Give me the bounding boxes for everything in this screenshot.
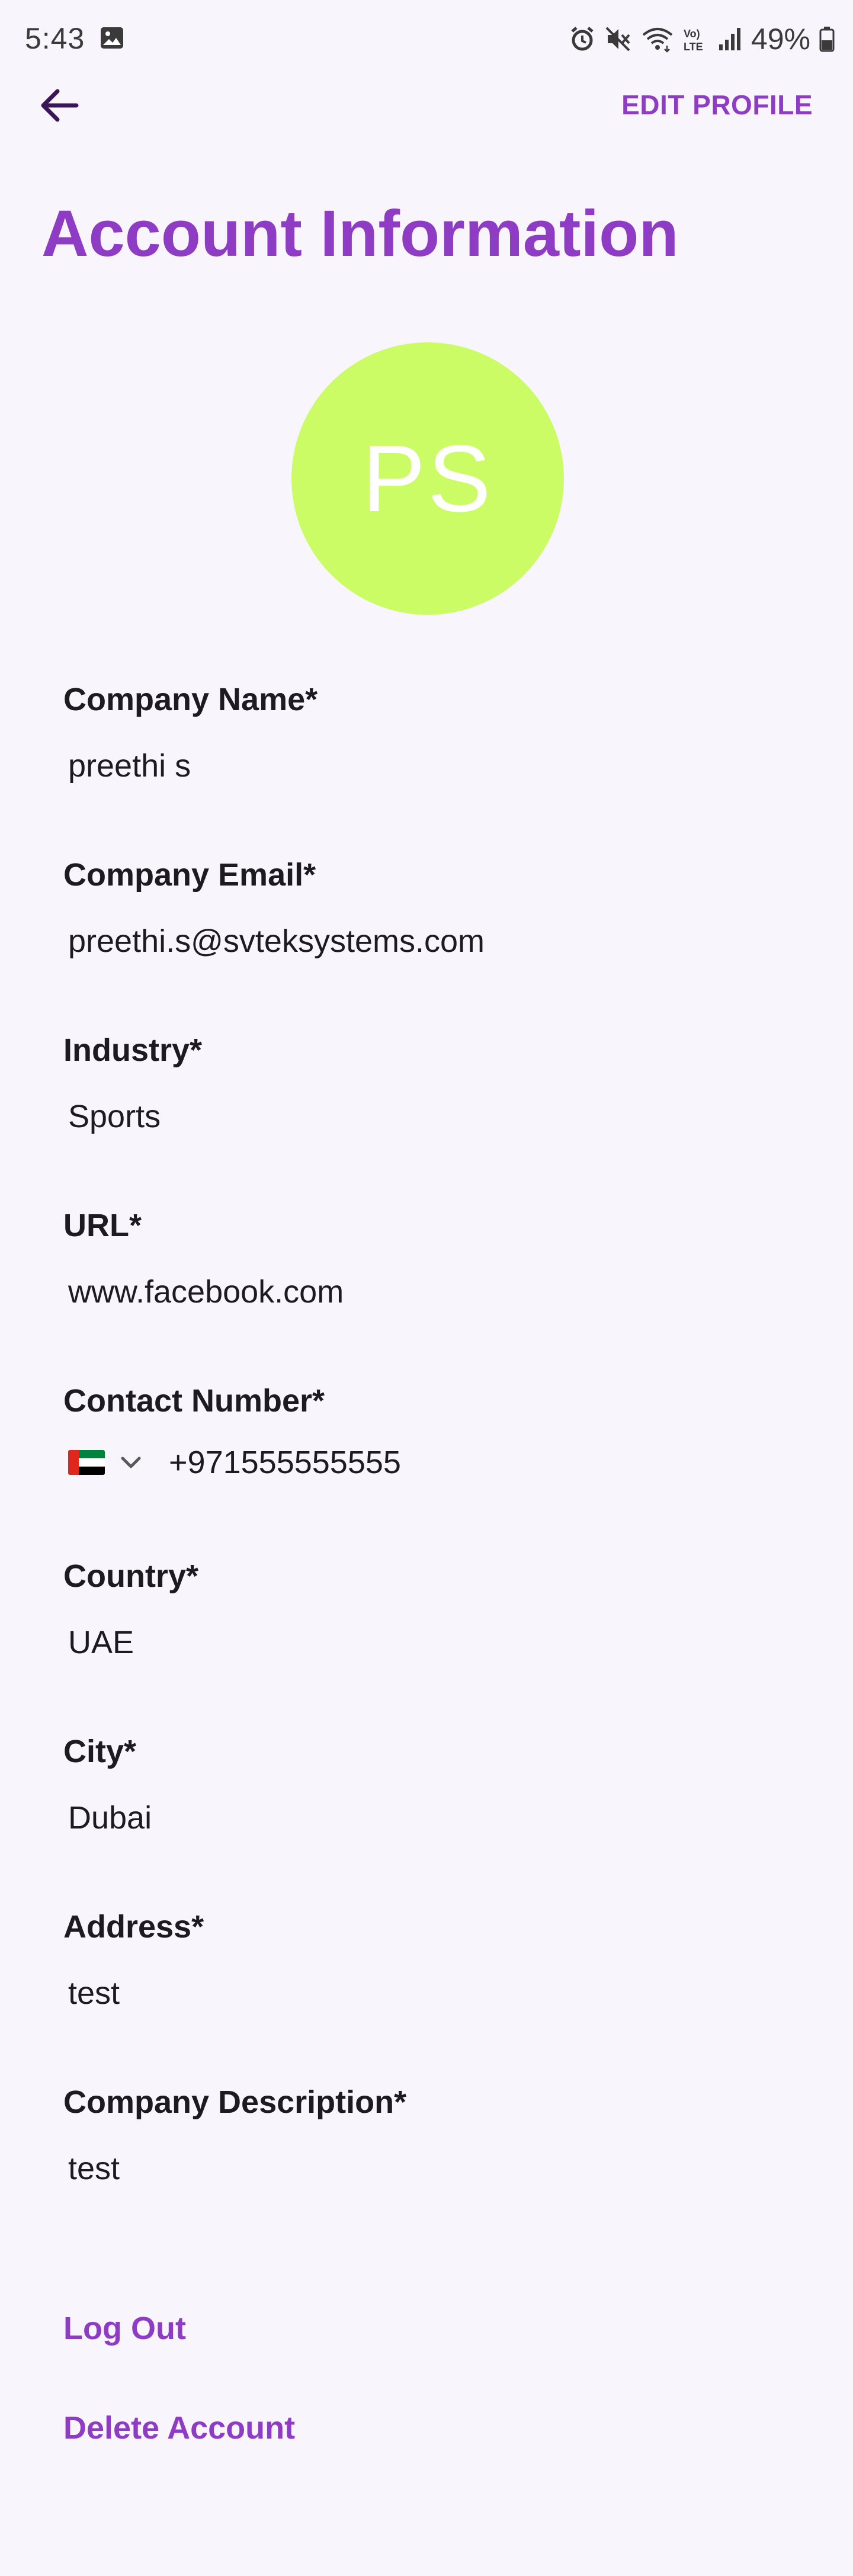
uae-flag-icon — [68, 1450, 105, 1475]
field-label: Contact Number* — [63, 1383, 325, 1419]
avatar-initials: PS — [362, 425, 493, 531]
field-company-description: Company Description* test — [63, 2084, 810, 2259]
account-information-screen: 5:43 Vo) LTE 49% EDIT PROFILE Account In… — [0, 0, 853, 2576]
field-label: Address* — [63, 1909, 204, 1945]
field-country: Country* UAE — [63, 1558, 810, 1733]
field-label: Company Email* — [63, 857, 316, 893]
back-button[interactable] — [30, 76, 89, 135]
field-value: test — [68, 2151, 120, 2186]
field-value: preethi.s@svteksystems.com — [68, 923, 485, 959]
field-value: UAE — [68, 1625, 134, 1660]
chevron-down-icon — [121, 1457, 141, 1468]
alarm-icon — [571, 27, 594, 51]
field-address: Address* test — [63, 1908, 810, 2084]
page-title: Account Information — [41, 197, 679, 270]
field-contact-number: Contact Number* +971555555555 — [63, 1382, 810, 1558]
svg-text:Vo): Vo) — [684, 28, 700, 40]
delete-account-button[interactable]: Delete Account — [63, 2410, 295, 2446]
field-label: Company Name* — [63, 682, 318, 717]
field-city: City* Dubai — [63, 1733, 810, 1908]
field-company-email: Company Email* preethi.s@svteksystems.co… — [63, 856, 810, 1032]
gallery-icon — [101, 27, 123, 49]
logout-button[interactable]: Log Out — [63, 2310, 186, 2347]
mute-icon — [605, 27, 630, 52]
status-icons: Vo) LTE 49% — [569, 21, 835, 57]
field-value: Dubai — [68, 1800, 152, 1836]
field-url: URL* www.facebook.com — [63, 1207, 810, 1382]
field-label: Company Description* — [63, 2084, 407, 2120]
phone-row: +971555555555 — [68, 1444, 401, 1481]
status-bar: 5:43 Vo) LTE 49% — [0, 0, 853, 77]
wifi-icon — [642, 28, 673, 53]
country-code-picker[interactable] — [68, 1449, 144, 1475]
field-value: Sports — [68, 1099, 161, 1134]
field-label: City* — [63, 1734, 137, 1769]
battery-icon — [819, 27, 835, 52]
field-company-name: Company Name* preethi s — [63, 681, 810, 856]
signal-icon — [719, 28, 740, 50]
battery-percentage: 49% — [751, 23, 810, 56]
field-label: Industry* — [63, 1032, 203, 1068]
account-fields: Company Name* preethi s Company Email* p… — [63, 681, 810, 2259]
field-label: URL* — [63, 1208, 142, 1243]
field-value: preethi s — [68, 748, 191, 784]
avatar: PS — [291, 342, 564, 615]
field-value: test — [68, 1975, 120, 2011]
field-value: +971555555555 — [169, 1445, 401, 1480]
field-label: Country* — [63, 1558, 198, 1594]
volte-icon: Vo) LTE — [684, 28, 703, 53]
field-value: www.facebook.com — [68, 1274, 344, 1310]
status-time: 5:43 — [25, 22, 85, 55]
field-industry: Industry* Sports — [63, 1032, 810, 1207]
svg-text:LTE: LTE — [684, 41, 703, 53]
edit-profile-button[interactable]: EDIT PROFILE — [621, 89, 813, 121]
arrow-left-icon — [41, 89, 79, 122]
